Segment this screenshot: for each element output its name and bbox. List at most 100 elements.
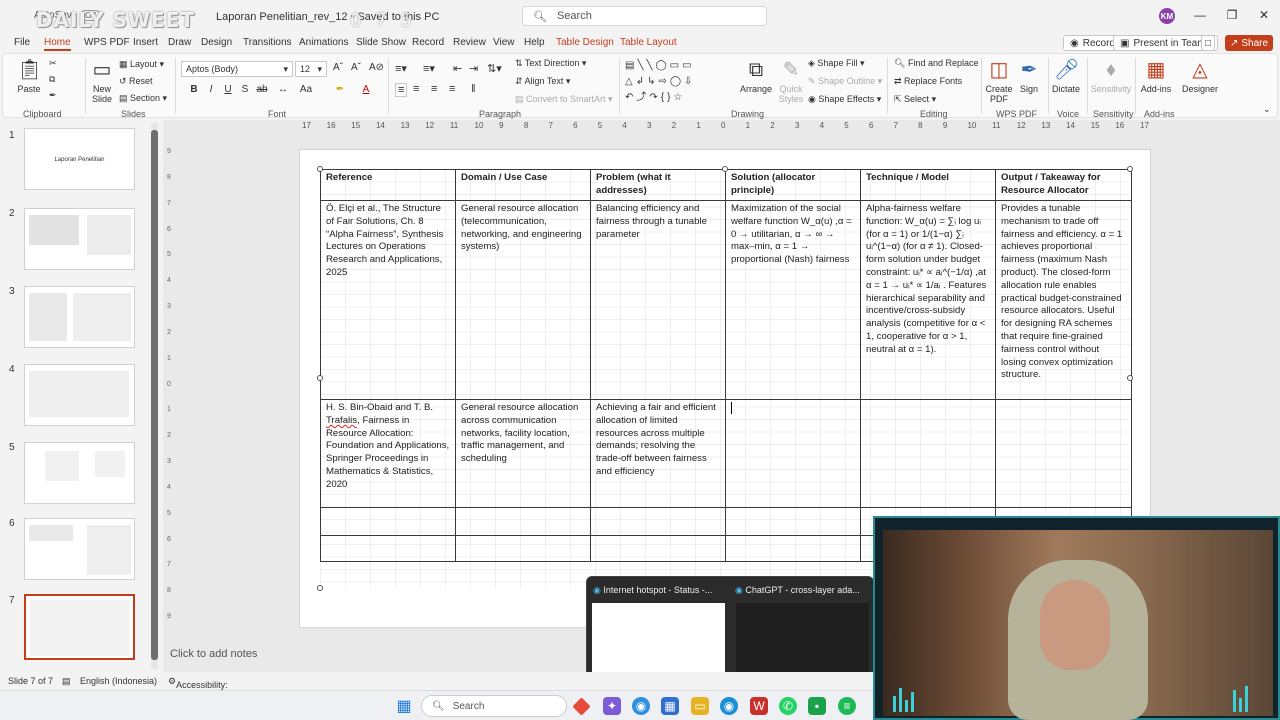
cell-solution[interactable] xyxy=(725,399,861,508)
edge-active-icon[interactable]: ◉ xyxy=(720,697,738,715)
section-button[interactable]: ▤ Section ▾ xyxy=(119,93,167,104)
layout-button[interactable]: ▦ Layout ▾ xyxy=(119,59,164,70)
sign-button[interactable]: ✒ Sign xyxy=(1015,58,1043,94)
resize-handle[interactable] xyxy=(1127,375,1133,381)
tab-table-design[interactable]: Table Design xyxy=(556,37,614,48)
collapse-ribbon-icon[interactable]: ⌄ xyxy=(1263,104,1271,115)
header-domain[interactable]: Domain / Use Case xyxy=(455,169,591,201)
increase-font-icon[interactable]: Aˆ xyxy=(333,62,343,73)
scrollbar-thumb[interactable] xyxy=(151,130,158,660)
tab-review[interactable]: Review xyxy=(453,37,486,48)
tab-draw[interactable]: Draw xyxy=(168,37,191,48)
sensitivity-button[interactable]: ♦ Sensitivity xyxy=(1089,58,1133,94)
empty-cell[interactable] xyxy=(320,535,456,562)
numbering-icon[interactable]: ≡▾ xyxy=(423,62,435,75)
reset-button[interactable]: ↺ Reset xyxy=(119,76,153,87)
resize-handle[interactable] xyxy=(722,166,728,172)
line-spacing-icon[interactable]: ⇅▾ xyxy=(487,62,502,75)
preview-thumbnail-chatgpt[interactable] xyxy=(736,603,869,675)
empty-cell[interactable] xyxy=(320,507,456,536)
align-right-icon[interactable]: ≡ xyxy=(431,83,437,95)
language-status[interactable]: English (Indonesia) xyxy=(80,676,157,686)
header-problem[interactable]: Problem (what it addresses) xyxy=(590,169,726,201)
tab-view[interactable]: View xyxy=(493,37,515,48)
store-icon[interactable]: ▦ xyxy=(661,697,679,715)
cut-icon[interactable]: ✂ xyxy=(49,58,57,69)
strikethrough-icon[interactable]: ab xyxy=(255,84,269,95)
resize-handle[interactable] xyxy=(317,585,323,591)
tab-slide-show[interactable]: Slide Show xyxy=(356,37,406,48)
cell-problem[interactable]: Achieving a fair and efficient allocatio… xyxy=(590,399,726,508)
header-solution[interactable]: Solution (allocator principle) xyxy=(725,169,861,201)
underline-icon[interactable]: U xyxy=(221,84,235,95)
tab-design[interactable]: Design xyxy=(201,37,232,48)
convert-smartart-button[interactable]: ▤ Convert to SmartArt ▾ xyxy=(515,94,613,105)
cell-output[interactable]: Provides a tunable mechanism to trade of… xyxy=(995,200,1132,400)
whatsapp-icon[interactable]: ✆ xyxy=(779,697,797,715)
tab-transitions[interactable]: Transitions xyxy=(243,37,292,48)
slide-thumbnail-7[interactable] xyxy=(24,594,135,660)
highlight-icon[interactable]: ✒ xyxy=(333,84,347,95)
shapes-gallery[interactable]: ▤╲╲◯▭▭ △↲↳⇨◯⇩ ↶⤴↷{​}☆ xyxy=(625,58,725,106)
font-name-combo[interactable]: Aptos (Body) ▾ xyxy=(181,61,293,77)
taskbar-search[interactable]: 🔍︎ Search xyxy=(421,695,567,717)
preview-title-chatgpt[interactable]: ◉ ChatGPT - cross-layer ada... xyxy=(735,585,860,596)
preview-title-hotspot[interactable]: ◉ Internet hotspot - Status -... xyxy=(593,585,712,596)
tab-file[interactable]: File xyxy=(14,37,30,48)
text-direction-button[interactable]: ⇅ Text Direction ▾ xyxy=(515,58,586,69)
justify-icon[interactable]: ≡ xyxy=(449,83,455,95)
bullets-icon[interactable]: ≡▾ xyxy=(395,62,407,75)
share-button[interactable]: ↗ Share xyxy=(1225,35,1273,51)
empty-cell[interactable] xyxy=(590,535,726,562)
tab-wps-pdf[interactable]: WPS PDF xyxy=(84,37,130,48)
wps-icon[interactable]: W xyxy=(750,697,768,715)
format-painter-icon[interactable]: ✒ xyxy=(49,90,57,101)
empty-cell[interactable] xyxy=(725,507,861,536)
cell-solution[interactable]: Maximization of the social welfare funct… xyxy=(725,200,861,400)
app-icon[interactable]: ▪ xyxy=(808,697,826,715)
cell-technique[interactable] xyxy=(860,399,996,508)
italic-icon[interactable]: I xyxy=(204,84,218,95)
increase-indent-icon[interactable]: ⇥ xyxy=(469,62,478,75)
create-pdf-button[interactable]: ◫ Create PDF xyxy=(984,58,1014,104)
app-icon[interactable] xyxy=(572,697,591,716)
clear-formatting-icon[interactable]: A⊘ xyxy=(369,62,384,73)
cell-problem[interactable]: Balancing efficiency and fairness throug… xyxy=(590,200,726,400)
slide-thumbnail-1[interactable]: Laporan Penelitian xyxy=(24,128,135,190)
align-center-icon[interactable]: ≡ xyxy=(413,83,419,95)
font-size-combo[interactable]: 12 ▾ xyxy=(295,61,327,77)
header-technique[interactable]: Technique / Model xyxy=(860,169,996,201)
tab-record[interactable]: Record xyxy=(412,37,444,48)
tab-table-layout[interactable]: Table Layout xyxy=(620,37,677,48)
quick-styles-button[interactable]: ✎ Quick Styles xyxy=(775,58,807,104)
cell-reference[interactable]: H. S. Bin-Obaid and T. B. Trafalis, Fair… xyxy=(320,399,456,508)
tab-animations[interactable]: Animations xyxy=(299,37,348,48)
find-replace-button[interactable]: 🔍︎ Find and Replace xyxy=(894,58,978,69)
shadow-icon[interactable]: S xyxy=(238,84,252,95)
header-reference[interactable]: Reference xyxy=(320,169,456,201)
empty-cell[interactable] xyxy=(725,535,861,562)
avatar[interactable]: KM xyxy=(1159,8,1175,24)
designer-button[interactable]: ◬ Designer xyxy=(1181,58,1219,94)
cell-output[interactable] xyxy=(995,399,1132,508)
add-ins-button[interactable]: ▦ Add-ins xyxy=(1139,58,1173,94)
header-output[interactable]: Output / Takeaway for Resource Allocator xyxy=(995,169,1132,201)
tab-help[interactable]: Help xyxy=(524,37,545,48)
copilot-icon[interactable]: ✦ xyxy=(603,697,621,715)
file-explorer-icon[interactable]: ▭ xyxy=(691,697,709,715)
shape-effects-button[interactable]: ◉ Shape Effects ▾ xyxy=(808,94,881,105)
tab-home[interactable]: Home xyxy=(44,37,71,51)
decrease-font-icon[interactable]: Aˇ xyxy=(351,62,361,73)
spellcheck-icon[interactable]: ▤ xyxy=(62,676,71,687)
replace-fonts-button[interactable]: ⇄ Replace Fonts xyxy=(894,76,962,87)
windows-start-icon[interactable]: ▦ xyxy=(395,697,413,715)
close-icon[interactable]: ✕ xyxy=(1254,8,1274,22)
minimize-icon[interactable]: — xyxy=(1190,8,1210,22)
shape-outline-button[interactable]: ✎ Shape Outline ▾ xyxy=(808,76,882,87)
char-spacing-icon[interactable]: ↔ xyxy=(276,84,290,95)
paste-button[interactable]: 📋︎ Paste xyxy=(11,58,47,94)
research-table[interactable]: Reference Domain / Use Case Problem (wha… xyxy=(320,169,1132,562)
arrange-button[interactable]: ⧉ Arrange xyxy=(738,58,774,94)
select-button[interactable]: ⇱ Select ▾ xyxy=(894,94,936,105)
thumbnails-scrollbar[interactable] xyxy=(151,122,158,670)
